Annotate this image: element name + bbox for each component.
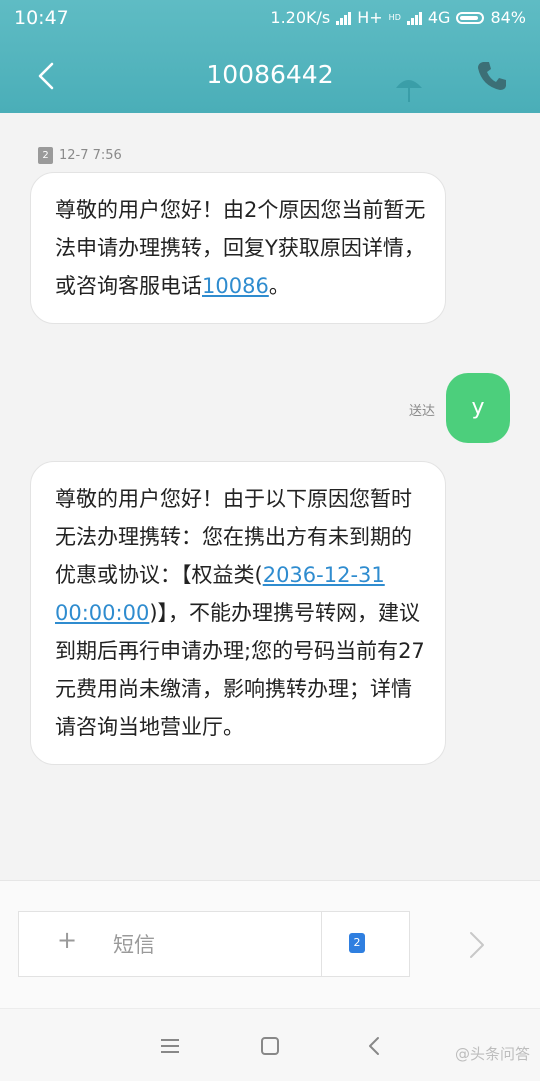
battery-percent: 84% <box>490 8 526 27</box>
signal-icon-2 <box>406 11 422 25</box>
umbrella-icon <box>388 70 444 110</box>
sms-input[interactable] <box>111 912 325 978</box>
status-time: 10:47 <box>14 7 69 29</box>
phone-number-link[interactable]: 10086 <box>202 274 269 298</box>
app-header: 10:47 1.20K/s H+ HD 4G 84% 10086442 <box>0 0 540 113</box>
chevron-right-icon[interactable] <box>462 927 492 963</box>
hd-badge: HD <box>388 13 401 22</box>
message-text-end: 。 <box>268 274 290 298</box>
message-timestamp: 2 12-7 7:56 <box>38 147 122 164</box>
phone-icon[interactable] <box>472 56 512 96</box>
attach-plus-button[interactable]: + <box>57 926 77 954</box>
watermark: @头条问答 <box>454 1045 530 1063</box>
network-type: H+ <box>357 8 383 27</box>
sim-select-button[interactable]: 2 <box>349 933 365 953</box>
outgoing-message[interactable]: y <box>446 373 510 443</box>
sim-badge: 2 <box>38 147 53 164</box>
divider <box>321 912 322 976</box>
composer-bar: + 2 <box>0 880 540 1009</box>
incoming-message-2[interactable]: 尊敬的用户您好！由于以下原因您暂时无法办理携转：您在携出方有未到期的优惠或协议：… <box>30 461 446 765</box>
network-speed: 1.20K/s <box>270 8 331 27</box>
incoming-message-1[interactable]: 尊敬的用户您好！由2个原因您当前暂无法申请办理携转，回复Y获取原因详情，或咨询客… <box>30 172 446 324</box>
menu-icon[interactable] <box>155 1031 185 1061</box>
lte-label: 4G <box>427 8 451 27</box>
conversation-title: 10086442 <box>206 60 334 89</box>
status-indicators: 1.20K/s H+ HD 4G 84% <box>270 8 526 27</box>
timestamp-text: 12-7 7:56 <box>59 148 122 163</box>
delivery-status: 送达 <box>409 404 436 419</box>
battery-icon <box>456 11 485 24</box>
status-bar: 10:47 1.20K/s H+ HD 4G 84% <box>0 0 540 38</box>
back-icon[interactable] <box>360 1031 390 1061</box>
title-bar: 10086442 <box>0 38 540 113</box>
navigation-bar: @头条问答 <box>0 1008 540 1081</box>
compose-box: + 2 <box>18 911 410 978</box>
signal-icon <box>336 11 352 25</box>
home-square-icon[interactable] <box>255 1031 285 1061</box>
